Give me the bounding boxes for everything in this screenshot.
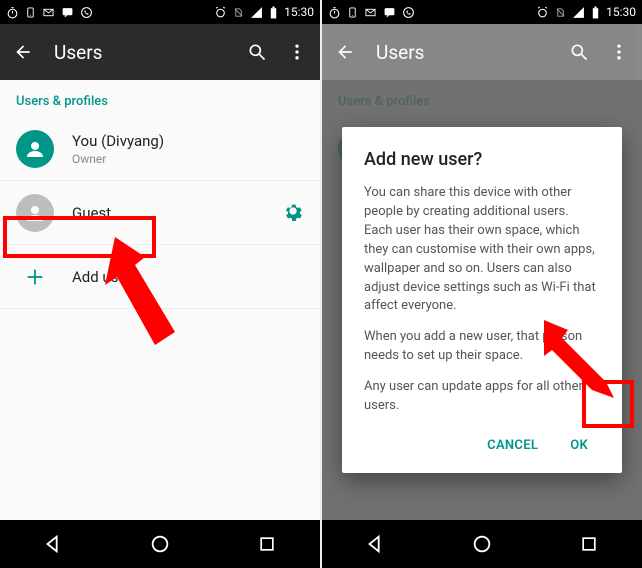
add-user-row[interactable]: Add user xyxy=(0,245,320,309)
dialog-text: Any user can update apps for all other u… xyxy=(364,378,600,416)
status-bar: 15:30 xyxy=(322,0,642,24)
nav-recents-icon[interactable] xyxy=(245,522,289,566)
dialog-title: Add new user? xyxy=(364,149,600,170)
stopwatch-icon xyxy=(328,6,341,19)
nav-recents-icon[interactable] xyxy=(567,522,611,566)
phone-icon xyxy=(347,6,358,19)
gear-icon[interactable] xyxy=(282,200,304,226)
mail-icon xyxy=(42,7,55,18)
status-time: 15:30 xyxy=(606,5,636,19)
alarm-icon xyxy=(536,6,549,19)
user-row-you[interactable]: You (Divyang) Owner xyxy=(0,117,320,181)
ok-button[interactable]: OK xyxy=(558,428,600,463)
app-bar: Users xyxy=(0,24,320,80)
nav-home-icon[interactable] xyxy=(138,522,182,566)
page-title: Users xyxy=(54,41,228,64)
user-role: Owner xyxy=(72,152,304,166)
no-sim-icon xyxy=(233,6,244,19)
add-user-dialog: Add new user? You can share this device … xyxy=(342,127,622,472)
battery-icon xyxy=(591,6,600,19)
status-bar: 15:30 xyxy=(0,0,320,24)
stopwatch-icon xyxy=(6,6,19,19)
nav-back-icon[interactable] xyxy=(353,522,397,566)
avatar-icon xyxy=(16,194,54,232)
nav-bar xyxy=(0,520,320,568)
chat-icon xyxy=(61,6,74,19)
screen-users-list: 15:30 Users Users & profiles You ( xyxy=(0,0,320,568)
dialog-text: You can share this device with other peo… xyxy=(364,184,600,316)
mail-icon xyxy=(364,7,377,18)
battery-icon xyxy=(269,6,278,19)
signal-icon xyxy=(572,6,585,19)
cancel-button[interactable]: CANCEL xyxy=(475,428,550,463)
section-header: Users & profiles xyxy=(0,80,320,117)
dialog-body: You can share this device with other peo… xyxy=(364,184,600,415)
phone-icon xyxy=(25,6,36,19)
avatar-icon xyxy=(16,130,54,168)
alarm-icon xyxy=(214,6,227,19)
signal-icon xyxy=(250,6,263,19)
whatsapp-icon xyxy=(80,6,93,19)
user-name: You (Divyang) xyxy=(72,132,304,150)
nav-home-icon[interactable] xyxy=(460,522,504,566)
overflow-icon[interactable] xyxy=(608,41,630,63)
nav-bar xyxy=(322,520,642,568)
plus-icon xyxy=(16,258,54,296)
chat-icon xyxy=(383,6,396,19)
add-user-label: Add user xyxy=(72,268,304,286)
back-icon[interactable] xyxy=(12,41,34,63)
back-icon[interactable] xyxy=(334,41,356,63)
user-name: Guest xyxy=(72,204,282,222)
search-icon[interactable] xyxy=(568,41,590,63)
search-icon[interactable] xyxy=(246,41,268,63)
status-time: 15:30 xyxy=(284,5,314,19)
app-bar: Users xyxy=(322,24,642,80)
page-title: Users xyxy=(376,41,550,64)
user-row-guest[interactable]: Guest xyxy=(0,181,320,245)
overflow-icon[interactable] xyxy=(286,41,308,63)
whatsapp-icon xyxy=(402,6,415,19)
nav-back-icon[interactable] xyxy=(31,522,75,566)
dialog-text: When you add a new user, that person nee… xyxy=(364,328,600,366)
screen-add-user-dialog: 15:30 Users Users & profiles You (D xyxy=(322,0,642,568)
no-sim-icon xyxy=(555,6,566,19)
modal-overlay: Add new user? You can share this device … xyxy=(322,80,642,520)
